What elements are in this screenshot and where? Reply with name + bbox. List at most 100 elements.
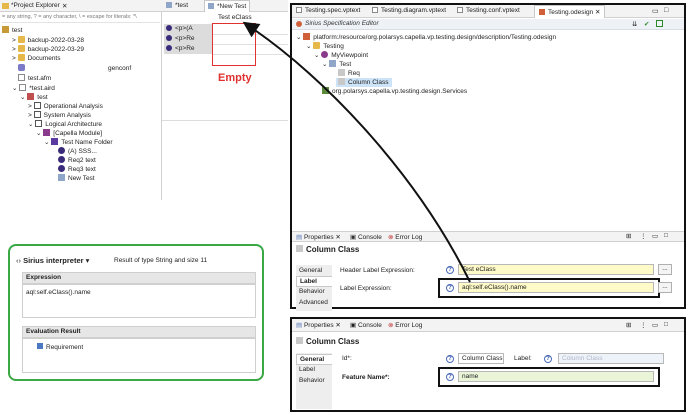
console-icon: ▣: [350, 322, 357, 329]
viewpoint-icon: [321, 51, 329, 58]
pin-icon[interactable]: ⊞: [626, 321, 631, 329]
browse-button[interactable]: ...: [658, 264, 672, 275]
java-extension-icon: [322, 87, 329, 94]
collapse-all-icon[interactable]: ⇊: [632, 20, 637, 28]
side-tab-general[interactable]: General: [296, 354, 332, 365]
project-explorer-tabbar: *Project Explorer ✕: [0, 0, 162, 12]
editor-tabbar: *test *New Test: [162, 0, 288, 12]
tree-item[interactable]: Req: [338, 69, 360, 78]
browse-button[interactable]: ...: [658, 282, 672, 293]
help-icon[interactable]: ?: [446, 284, 454, 292]
table-description-icon: [329, 60, 337, 67]
console-icon: ▣: [350, 234, 357, 241]
tree-item[interactable]: > Operational Analysis: [28, 102, 103, 111]
view-menu-icon[interactable]: ⋮: [640, 321, 647, 329]
tree-item-selected[interactable]: Column Class: [336, 78, 393, 87]
id-label: Id*:: [342, 355, 352, 362]
side-tab-behavior[interactable]: Behavior: [296, 376, 332, 387]
pin-icon[interactable]: ⊞: [626, 232, 631, 240]
tree-item[interactable]: test.afm: [18, 74, 51, 83]
tab-error-log[interactable]: ⊗ Error Log: [388, 233, 422, 241]
header-label-expression-label: Header Label Expression:: [340, 267, 415, 274]
tree-item[interactable]: ⌄ *test.aird: [12, 84, 55, 93]
result-item[interactable]: Requirement: [37, 343, 83, 351]
tree-item[interactable]: [18, 64, 28, 73]
tree-item[interactable]: Req2 text: [58, 156, 96, 165]
maximize-icon[interactable]: □: [664, 321, 668, 328]
column-header[interactable]: Test eClass: [218, 14, 252, 21]
tree-item[interactable]: ⌄ MyViewpoint: [314, 51, 368, 60]
tree-item[interactable]: ⌄ Testing: [306, 42, 344, 51]
maximize-icon[interactable]: □: [664, 7, 668, 14]
tab-properties[interactable]: ▤ Properties ✕: [296, 321, 341, 329]
help-icon[interactable]: ?: [446, 355, 454, 363]
tab-test[interactable]: *test: [166, 2, 188, 9]
dropdown-icon[interactable]: ▾: [86, 256, 90, 265]
tree-item[interactable]: > backup-2022-03-28: [12, 36, 84, 45]
tree-item[interactable]: ⌄ [Capella Module]: [36, 129, 102, 138]
tree-item[interactable]: org.polarsys.capella.vp.testing.design.S…: [322, 87, 467, 96]
tree-item[interactable]: ⌄ test: [20, 93, 48, 102]
tab-new-test[interactable]: *New Test: [204, 0, 251, 12]
tree-item[interactable]: test: [2, 26, 22, 35]
expression-input[interactable]: aql:self.eClass().name: [22, 284, 256, 318]
help-icon[interactable]: ?: [544, 355, 552, 363]
tree-item[interactable]: New Test: [58, 174, 95, 183]
tree-item[interactable]: ⌄ Logical Architecture: [28, 120, 102, 129]
validate-icon[interactable]: ✔: [644, 20, 649, 28]
tab-console[interactable]: ▣ Console: [350, 321, 382, 329]
close-icon[interactable]: ✕: [62, 2, 67, 10]
tree-item[interactable]: ⌄ Test: [322, 60, 351, 69]
tree-item[interactable]: > Documents: [12, 54, 60, 63]
help-icon[interactable]: ?: [446, 373, 454, 381]
project-explorer-tab[interactable]: *Project Explorer: [11, 2, 60, 9]
project-icon: [2, 26, 9, 33]
tree-item[interactable]: (A) SSS...: [58, 147, 97, 156]
close-icon[interactable]: ✕: [595, 9, 600, 16]
tree-item[interactable]: ⌄ platform:/resource/org.polarsys.capell…: [296, 33, 556, 42]
file-icon: [18, 74, 25, 81]
tree-item[interactable]: Req3 text: [58, 165, 96, 174]
feature-name-input[interactable]: name: [458, 371, 654, 382]
label-input[interactable]: Column Class: [558, 353, 664, 364]
maximize-icon[interactable]: □: [664, 232, 668, 239]
requirement-icon: [58, 165, 65, 172]
tree-item[interactable]: > backup-2022-03-29: [12, 45, 84, 54]
table-row[interactable]: <p>Re: [166, 35, 195, 42]
side-tab-behavior[interactable]: Behavior: [296, 287, 332, 298]
header-label-expression-input[interactable]: Test eClass: [458, 264, 654, 275]
table-row[interactable]: <p>(A: [166, 25, 193, 32]
side-tab-label[interactable]: Label: [296, 365, 332, 376]
tab-properties[interactable]: ▤ Properties ✕: [296, 233, 341, 241]
tree-item[interactable]: > System Analysis: [28, 111, 91, 120]
label-expression-input[interactable]: aql:self.eClass().name: [458, 282, 654, 293]
spec-editor-frame: Testing.spec.vptext Testing.diagram.vpte…: [290, 3, 686, 311]
minimize-icon[interactable]: ▭: [652, 7, 659, 15]
table-row[interactable]: <p>Re: [166, 45, 195, 52]
empty-annotation: Empty: [218, 72, 252, 84]
help-icon[interactable]: ?: [446, 266, 454, 274]
side-tab-label[interactable]: Label: [296, 276, 332, 287]
properties-title: Column Class: [296, 337, 359, 346]
tab-odesign[interactable]: Testing.odesign ✕: [534, 5, 606, 18]
view-menu-icon[interactable]: ⋮: [640, 232, 647, 240]
id-input[interactable]: Column Class: [458, 353, 504, 364]
filter-input[interactable]: = any string, ? = any character, \ = esc…: [2, 14, 160, 23]
tree-item[interactable]: genconf: [108, 64, 131, 73]
grid-icon: [33, 111, 41, 118]
tab-conf-vptext[interactable]: Testing.conf.vptext: [457, 7, 520, 14]
side-tab-advanced[interactable]: Advanced: [296, 298, 332, 309]
tab-diagram-vptext[interactable]: Testing.diagram.vptext: [372, 7, 446, 14]
minimize-icon[interactable]: ▭: [652, 232, 658, 240]
file-icon: [296, 7, 302, 13]
tab-spec-vptext[interactable]: Testing.spec.vptext: [296, 7, 360, 14]
line-mapping-icon: [338, 69, 345, 76]
column-mapping-icon: [296, 245, 303, 252]
evaluation-header: Evaluation Result: [26, 328, 81, 335]
tab-error-log[interactable]: ⊗ Error Log: [388, 321, 422, 329]
check-icon[interactable]: [656, 20, 663, 27]
tab-console[interactable]: ▣ Console: [350, 233, 382, 241]
minimize-icon[interactable]: ▭: [652, 321, 658, 329]
group-icon: [313, 42, 321, 49]
tree-item[interactable]: ⌄ Test Name Folder: [44, 138, 113, 147]
